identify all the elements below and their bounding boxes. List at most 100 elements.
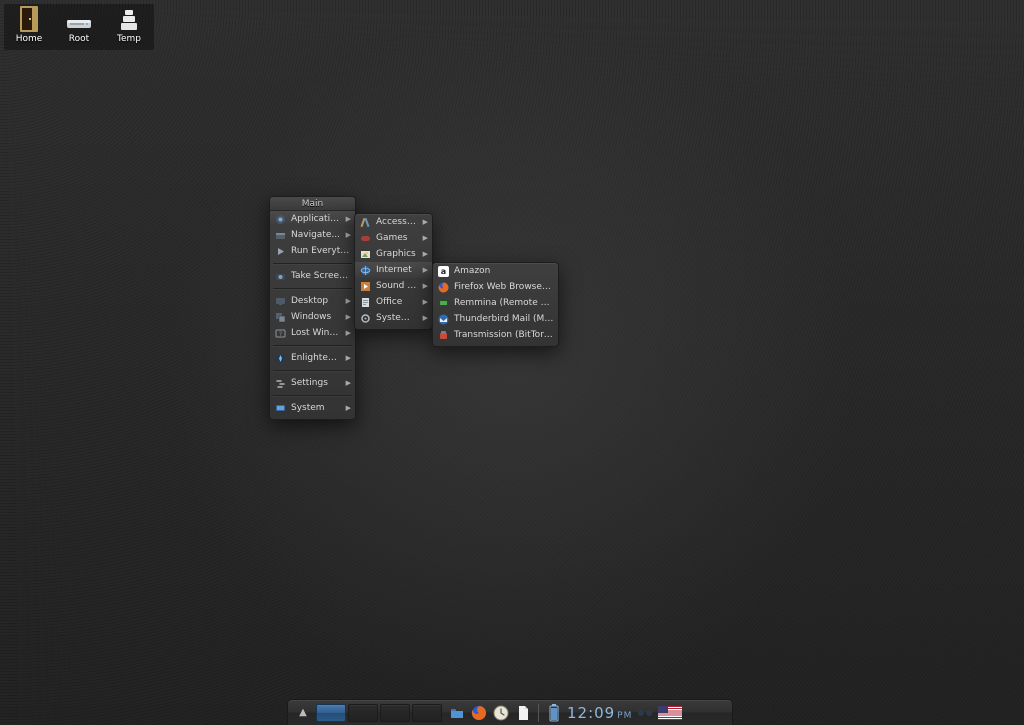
menu-item-enlightenment[interactable]: Enlightenment ▶ <box>270 350 355 366</box>
launcher-document[interactable] <box>514 704 532 722</box>
menu-item-sound-video[interactable]: Sound & Video ▶ <box>355 278 432 294</box>
windows-icon <box>274 311 286 323</box>
menu-item-lost-windows[interactable]: ? Lost Windows ▶ <box>270 325 355 341</box>
pager-workspace-3[interactable] <box>380 704 410 722</box>
drive-icon <box>63 4 95 32</box>
menu-main-title: Main <box>270 197 355 211</box>
accessories-icon <box>359 216 371 228</box>
menu-item-windows[interactable]: Windows ▶ <box>270 309 355 325</box>
keyboard-layout-us[interactable] <box>658 706 682 720</box>
shelf: ▲ 12:09 PM <box>287 699 733 725</box>
pager-workspace-4[interactable] <box>412 704 442 722</box>
chevron-right-icon: ▶ <box>345 231 351 239</box>
menu-item-thunderbird[interactable]: Thunderbird Mail (Mail Client) <box>433 311 558 327</box>
menu-item-applications[interactable]: Applications ▶ <box>270 211 355 227</box>
document-icon <box>515 705 531 721</box>
menu-item-label: Run Everything <box>291 246 351 256</box>
desktop-icon-home[interactable]: Home <box>4 4 54 50</box>
menu-item-system-tools[interactable]: System Tools ▶ <box>355 310 432 326</box>
desktop-icon-label: Home <box>16 34 43 44</box>
menu-item-transmission[interactable]: Transmission (BitTorrent Client) <box>433 327 558 343</box>
desktop-icon-root[interactable]: Root <box>54 4 104 50</box>
dots-icon <box>637 708 653 718</box>
svg-text:?: ? <box>278 331 281 338</box>
menu-item-remmina[interactable]: Remmina (Remote Desktop Client) <box>433 295 558 311</box>
menu-item-accessories[interactable]: Accessories ▶ <box>355 214 432 230</box>
shelf-divider <box>538 704 539 722</box>
menu-item-run-everything[interactable]: Run Everything <box>270 243 355 259</box>
office-icon <box>359 296 371 308</box>
desktop-icon-temp[interactable]: Temp <box>104 4 154 50</box>
menu-item-label: Thunderbird Mail (Mail Client) <box>454 314 554 324</box>
lostwin-icon: ? <box>274 327 286 339</box>
battery-indicator[interactable] <box>545 704 563 722</box>
menu-item-label: System <box>291 403 340 413</box>
menu-item-firefox[interactable]: Firefox Web Browser (Web Browser) <box>433 279 558 295</box>
desktop-icon-label: Temp <box>117 34 141 44</box>
menu-item-label: Accessories <box>376 217 417 227</box>
settings-icon <box>274 377 286 389</box>
multimedia-icon <box>359 280 371 292</box>
firefox-icon <box>471 705 487 721</box>
pager-workspace-1[interactable] <box>316 704 346 722</box>
chevron-right-icon: ▶ <box>422 234 428 242</box>
menu-item-graphics[interactable]: Graphics ▶ <box>355 246 432 262</box>
menu-item-label: Internet <box>376 265 417 275</box>
launcher-files[interactable] <box>448 704 466 722</box>
battery-icon <box>549 704 559 722</box>
chevron-right-icon: ▶ <box>422 266 428 274</box>
launcher-clock[interactable] <box>492 704 510 722</box>
stack-icon <box>113 4 145 32</box>
chevron-right-icon: ▶ <box>345 329 351 337</box>
desktop-icon-label: Root <box>69 34 89 44</box>
amazon-icon: a <box>437 265 449 277</box>
menu-item-games[interactable]: Games ▶ <box>355 230 432 246</box>
internet-icon <box>359 264 371 276</box>
menu-item-internet[interactable]: Internet ▶ <box>355 262 432 278</box>
start-button[interactable]: ▲ <box>294 704 312 722</box>
menu-item-office[interactable]: Office ▶ <box>355 294 432 310</box>
menu-item-label: Take Screenshot <box>291 271 351 281</box>
chevron-right-icon: ▶ <box>345 354 351 362</box>
menu-item-label: Navigate... <box>291 230 340 240</box>
menu-item-label: Lost Windows <box>291 328 340 338</box>
menu-item-label: Office <box>376 297 417 307</box>
menu-applications: Accessories ▶ Games ▶ Graphics ▶ Interne… <box>354 213 433 330</box>
menu-item-settings[interactable]: Settings ▶ <box>270 375 355 391</box>
menu-item-label: Windows <box>291 312 340 322</box>
menu-item-system[interactable]: System ▶ <box>270 400 355 416</box>
menu-item-label: Transmission (BitTorrent Client) <box>454 330 554 340</box>
desktop-icons: Home Root Temp <box>4 4 154 50</box>
indicator-misc[interactable] <box>636 704 654 722</box>
pager-workspace-2[interactable] <box>348 704 378 722</box>
menu-item-label: Graphics <box>376 249 417 259</box>
menu-item-label: Sound & Video <box>376 281 417 291</box>
menu-item-label: Remmina (Remote Desktop Client) <box>454 298 554 308</box>
apps-icon <box>274 213 286 225</box>
menu-item-label: System Tools <box>376 313 417 323</box>
chevron-right-icon: ▶ <box>422 298 428 306</box>
menu-separator <box>273 370 352 371</box>
thunderbird-icon <box>437 313 449 325</box>
menu-item-navigate[interactable]: Navigate... ▶ <box>270 227 355 243</box>
door-icon <box>13 4 45 32</box>
menu-item-desktop[interactable]: Desktop ▶ <box>270 293 355 309</box>
chevron-right-icon: ▶ <box>345 215 351 223</box>
navigate-icon <box>274 229 286 241</box>
pager <box>316 704 442 722</box>
chevron-right-icon: ▶ <box>422 218 428 226</box>
run-icon <box>274 245 286 257</box>
launcher-firefox[interactable] <box>470 704 488 722</box>
systemtools-icon <box>359 312 371 324</box>
menu-item-label: Settings <box>291 378 340 388</box>
clock-icon <box>493 705 509 721</box>
menu-main: Main Applications ▶ Navigate... ▶ Run Ev… <box>269 196 356 420</box>
clock[interactable]: 12:09 PM <box>567 704 632 722</box>
chevron-right-icon: ▶ <box>345 379 351 387</box>
screenshot-icon <box>274 270 286 282</box>
menu-item-amazon[interactable]: a Amazon <box>433 263 558 279</box>
svg-text:a: a <box>440 267 445 276</box>
menu-item-take-screenshot[interactable]: Take Screenshot <box>270 268 355 284</box>
chevron-right-icon: ▶ <box>345 404 351 412</box>
desktop-icon <box>274 295 286 307</box>
